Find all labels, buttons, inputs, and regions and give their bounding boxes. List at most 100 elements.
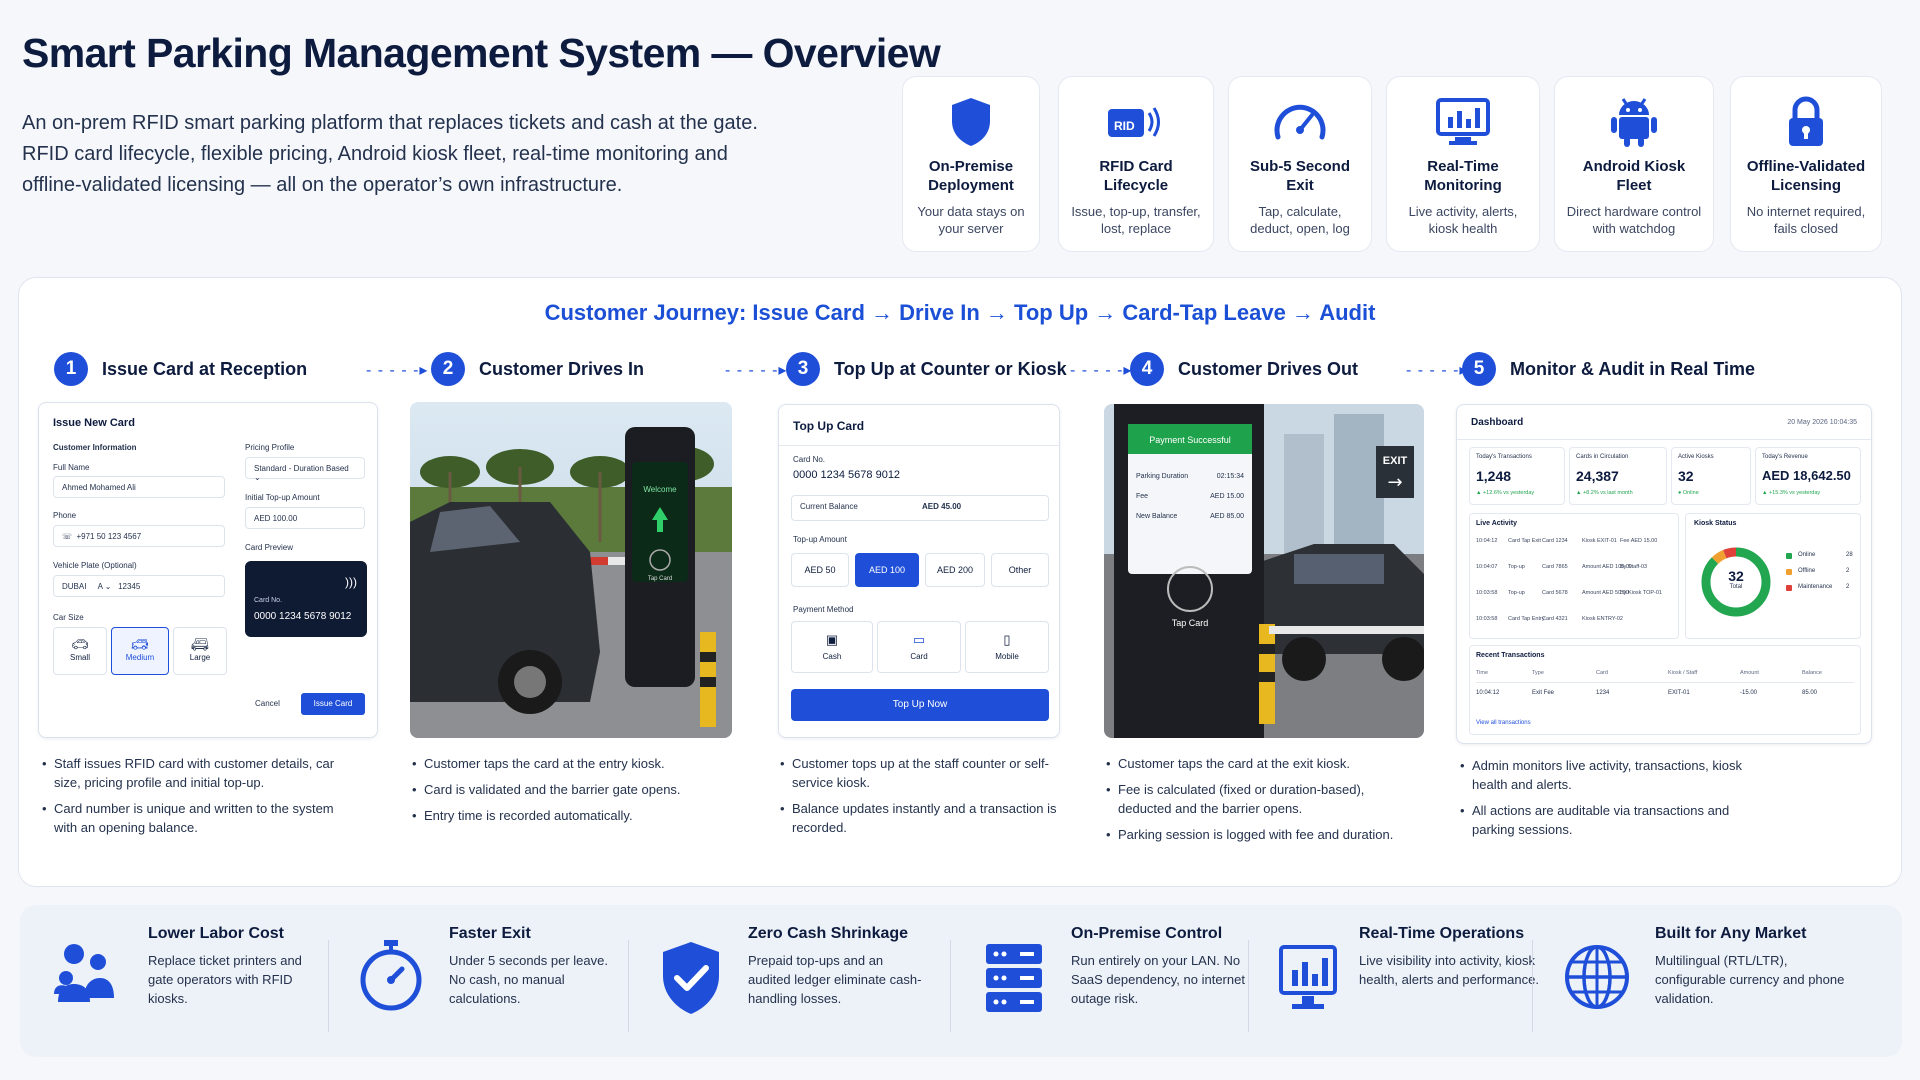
step-1-bullets: Staff issues RFID card with customer det… xyxy=(42,754,342,844)
bullet: Staff issues RFID card with customer det… xyxy=(42,754,342,792)
dashboard-date: 20 May 2026 10:04:35 xyxy=(1787,419,1857,426)
car-size-small[interactable]: 🚗︎ Small xyxy=(53,627,107,675)
page-title: Smart Parking Management System — Overvi… xyxy=(22,30,941,76)
field-label: Pricing Profile xyxy=(245,443,295,452)
stat-value: 32 xyxy=(1678,468,1694,484)
amount-50-button[interactable]: AED 50 xyxy=(791,553,849,587)
receipt-key: Fee xyxy=(1136,493,1148,500)
view-all-link[interactable]: View all transactions xyxy=(1476,720,1531,726)
legend-value: 28 xyxy=(1846,552,1853,558)
balance-value: AED 45.00 xyxy=(922,502,962,511)
dashed-arrow-icon: - - - - -▸ xyxy=(725,362,788,379)
car-size-large[interactable]: 🚐︎ Large xyxy=(173,627,227,675)
entry-kiosk-photo: Welcome Tap Card xyxy=(410,402,732,738)
plate-number: 12345 xyxy=(118,582,141,591)
feature-desc: Issue, top-up, transfer, lost, replace xyxy=(1071,204,1201,236)
card-no-value: 0000 1234 5678 9012 xyxy=(254,611,352,622)
payment-card-button[interactable]: ▭ Card xyxy=(877,621,961,673)
divider xyxy=(1532,940,1533,1032)
feature-title: Android Kiosk Fleet xyxy=(1582,158,1686,194)
payment-mobile-button[interactable]: ▯ Mobile xyxy=(965,621,1049,673)
stat-card: Today's Transactions 1,248 ▲ +12.6% vs y… xyxy=(1469,447,1565,505)
dashed-arrow-icon: - - - - -▸ xyxy=(1070,362,1133,379)
feature-title: On-Premise Deployment xyxy=(928,158,1014,194)
shield-check-icon xyxy=(660,940,722,1021)
tap-card-text: Tap Card xyxy=(648,576,672,582)
cancel-button[interactable]: Cancel xyxy=(245,693,290,714)
car-size-medium[interactable]: 🚙︎ Medium xyxy=(111,627,169,675)
receipt-value: 02:15:34 xyxy=(1217,473,1244,480)
field-label: Phone xyxy=(53,511,77,520)
shield-icon xyxy=(913,91,1029,153)
field-label: Card Preview xyxy=(245,543,294,552)
monitor-icon xyxy=(1397,91,1529,153)
legend-label: Maintenance xyxy=(1798,584,1833,590)
feature-card-monitoring: Real-Time Monitoring Live activity, aler… xyxy=(1386,76,1540,252)
form-title: Issue New Card xyxy=(53,417,135,429)
bullet: Parking session is logged with fee and d… xyxy=(1106,825,1406,844)
amount-100-button[interactable]: AED 100 xyxy=(855,553,919,587)
card-no-label: Card No. xyxy=(254,597,283,604)
arrow-right-icon: → xyxy=(1387,472,1402,493)
field-label: Car Size xyxy=(53,613,84,622)
pricing-select[interactable]: Standard - Duration Based ⌄ xyxy=(245,457,365,482)
step-3-header: 3 Top Up at Counter or Kiosk xyxy=(786,352,1067,386)
plate-code: A xyxy=(97,582,103,591)
topup-field[interactable]: AED 100.00 xyxy=(245,507,365,529)
amount-other-button[interactable]: Other xyxy=(991,553,1049,587)
stat-value: 1,248 xyxy=(1476,468,1512,484)
field-label: Initial Top-up Amount xyxy=(245,493,320,502)
phone-field[interactable]: ☏ +971 50 123 4567 xyxy=(53,525,225,547)
stat-value: 24,387 xyxy=(1576,468,1619,484)
phone-icon: ☏ xyxy=(62,532,73,541)
benefit-title: Lower Labor Cost xyxy=(148,925,285,942)
feature-title: Offline-Validated Licensing xyxy=(1746,158,1866,194)
benefit-title: Zero Cash Shrinkage xyxy=(748,925,909,942)
divider xyxy=(328,940,329,1032)
mobile-icon: ▯ xyxy=(1003,632,1011,647)
exit-kiosk-photo: Payment Successful Parking Duration 02:1… xyxy=(1104,404,1424,738)
step-title: Issue Card at Reception xyxy=(102,358,308,379)
benefit-real-time: Real-Time Operations Live visibility into… xyxy=(1359,925,1549,989)
amount-200-button[interactable]: AED 200 xyxy=(925,553,985,587)
feature-title: Real-Time Monitoring xyxy=(1424,158,1502,194)
bullet: Balance updates instantly and a transact… xyxy=(780,799,1060,837)
benefit-title: On-Premise Control xyxy=(1071,925,1223,942)
receipt-value: AED 15.00 xyxy=(1210,493,1244,500)
live-activity-cell: 10:03:58 xyxy=(1476,616,1498,622)
feature-card-rfid: RID RFID Card Lifecycle Issue, top-up, t… xyxy=(1058,76,1214,252)
table-cell: Exit Fee xyxy=(1532,690,1555,696)
step-2-bullets: Customer taps the card at the entry kios… xyxy=(412,754,712,832)
step-number: 2 xyxy=(431,352,465,386)
full-name-field[interactable]: Ahmed Mohamed Ali xyxy=(53,476,225,498)
table-cell: EXIT-01 xyxy=(1668,690,1690,696)
issue-card-button[interactable]: Issue Card xyxy=(301,693,365,715)
live-activity-cell: Fee AED 15.00 xyxy=(1620,538,1658,544)
divider xyxy=(779,445,1059,446)
bullet: All actions are auditable via transactio… xyxy=(1460,801,1750,839)
live-activity-cell: By Kiosk TOP-01 xyxy=(1620,590,1662,596)
table-header: Type xyxy=(1532,670,1544,676)
step-title: Customer Drives Out xyxy=(1178,358,1359,379)
stat-label: Active Kiosks xyxy=(1678,454,1714,460)
phone-value: +971 50 123 4567 xyxy=(76,532,142,541)
stat-label: Today's Revenue xyxy=(1762,454,1808,460)
svg-text:RID: RID xyxy=(1114,119,1135,133)
car-icon: 🚙︎ xyxy=(131,636,149,652)
table-header: Time xyxy=(1476,670,1489,676)
legend-swatch xyxy=(1786,553,1792,559)
android-icon xyxy=(1565,91,1703,153)
payment-cash-button[interactable]: ▣ Cash xyxy=(791,621,873,673)
benefit-title: Built for Any Market xyxy=(1655,925,1807,942)
step-number: 4 xyxy=(1130,352,1164,386)
top-up-now-button[interactable]: Top Up Now xyxy=(791,689,1049,721)
plate-field[interactable]: DUBAI A ⌄ 12345 xyxy=(53,575,225,597)
chart-monitor-icon xyxy=(1278,944,1338,1017)
live-activity-cell: Card Tap Entry xyxy=(1508,616,1545,622)
bullet: Admin monitors live activity, transactio… xyxy=(1460,756,1750,794)
feature-title: Sub-5 Second Exit xyxy=(1249,158,1350,194)
step-3-bullets: Customer tops up at the staff counter or… xyxy=(780,754,1060,844)
feature-desc: Live activity, alerts, kiosk health xyxy=(1408,204,1518,236)
stat-delta: ● Online xyxy=(1678,490,1699,496)
legend-label: Online xyxy=(1798,552,1816,558)
